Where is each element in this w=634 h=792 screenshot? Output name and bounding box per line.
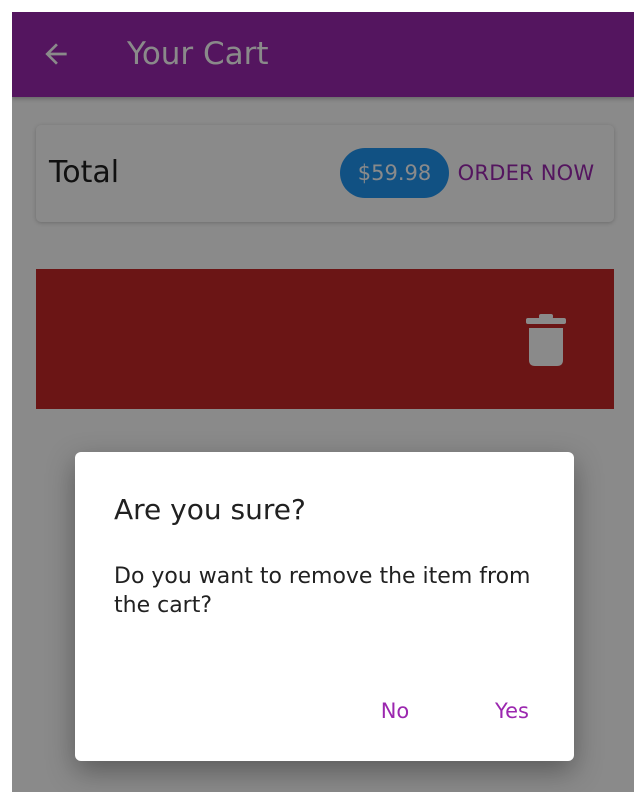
- dialog-message: Do you want to remove the item from the …: [114, 564, 531, 618]
- app-screen: Your Cart Total $59.98 ORDER NOW Are you…: [12, 12, 634, 792]
- no-button[interactable]: No: [369, 690, 421, 732]
- confirm-dialog: Are you sure? Do you want to remove the …: [75, 452, 574, 761]
- yes-button[interactable]: Yes: [483, 690, 541, 732]
- dialog-title: Are you sure?: [114, 493, 306, 526]
